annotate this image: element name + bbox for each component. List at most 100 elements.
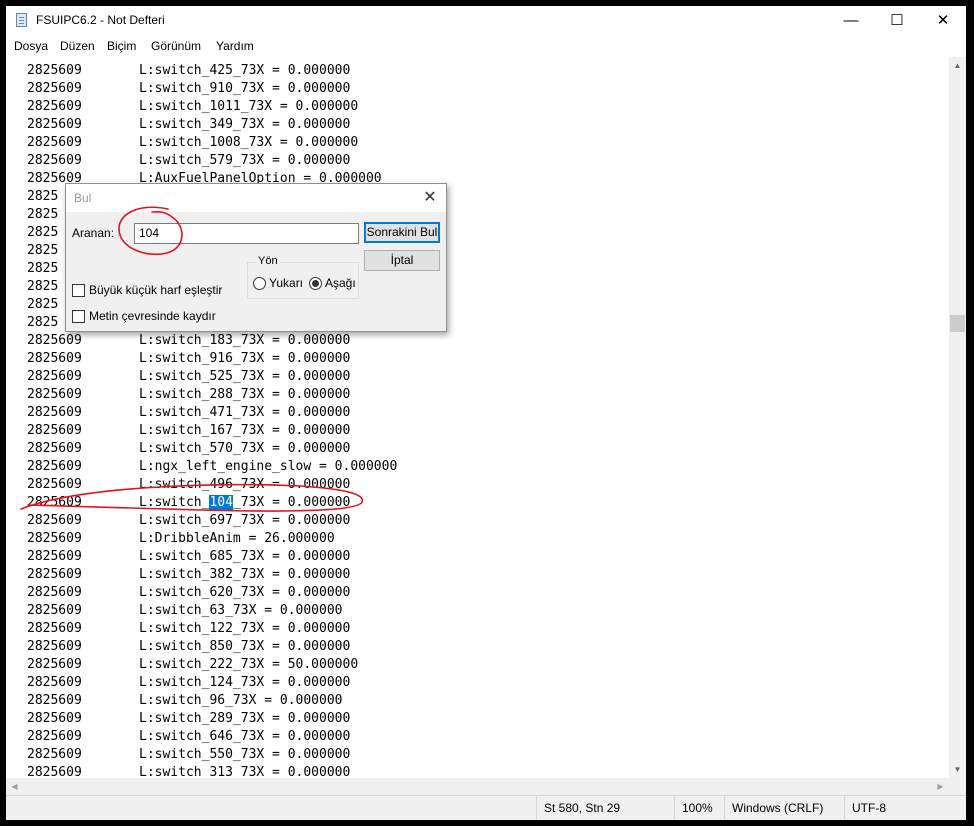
text-editor[interactable]: 2825609 L:switch_425_73X = 0.000000 282560… [6,57,949,778]
scroll-left-icon[interactable]: ◀ [6,778,23,795]
line-timestamp: 2825609 [27,729,82,744]
menu-view[interactable]: Görünüm [151,39,201,53]
line-timestamp: 2825 [27,225,59,240]
direction-group: Yön Yukarı Aşağı [247,255,359,299]
find-dialog-title-bar[interactable]: Bul ✕ [66,184,446,212]
match-case-label[interactable]: Büyük küçük harf eşleştir [89,283,222,297]
window-title: FSUIPC6.2 - Not Defteri [36,13,165,27]
line-variable: L:switch_525_73X = 0.000000 [139,369,351,384]
line-timestamp: 2825609 [27,549,82,564]
maximize-button[interactable]: ☐ [874,6,920,34]
line-variable: L:switch_1011_73X = 0.000000 [139,99,359,114]
line-variable: L:switch_910_73X = 0.000000 [139,81,351,96]
close-button[interactable]: ✕ [920,6,966,34]
direction-down-radio[interactable] [309,277,322,290]
line-variable: L:DribbleAnim = 26.000000 [139,531,335,546]
notepad-window: FSUIPC6.2 - Not Defteri — ☐ ✕ Dosya Düze… [6,6,966,820]
line-variable: L:switch_1008_73X = 0.000000 [139,135,359,150]
line-timestamp: 2825 [27,207,59,222]
match-case-checkbox[interactable] [72,284,85,297]
title-bar[interactable]: FSUIPC6.2 - Not Defteri — ☐ ✕ [6,6,966,34]
line-variable: L:switch_697_73X = 0.000000 [139,513,351,528]
search-input[interactable]: 104 [134,223,359,244]
line-timestamp: 2825609 [27,351,82,366]
line-timestamp: 2825 [27,279,59,294]
line-timestamp: 2825609 [27,639,82,654]
wrap-around-label[interactable]: Metin çevresinde kaydır [89,309,216,323]
menu-bar: Dosya Düzen Biçim Görünüm Yardım [6,36,966,56]
line-variable: L:switch_916_73X = 0.000000 [139,351,351,366]
vertical-scrollbar[interactable]: ▲ ▼ [949,57,966,778]
line-timestamp: 2825609 [27,693,82,708]
search-match-highlight: 104 [209,495,233,510]
line-timestamp: 2825609 [27,99,82,114]
line-timestamp: 2825609 [27,387,82,402]
direction-up-label[interactable]: Yukarı [269,276,303,290]
line-timestamp: 2825609 [27,765,82,778]
menu-help[interactable]: Yardım [216,39,254,53]
search-label: Aranan: [72,226,115,240]
line-timestamp: 2825609 [27,369,82,384]
notepad-icon [16,13,27,27]
line-variable: L:switch_63_73X = 0.000000 [139,603,343,618]
line-timestamp: 2825609 [27,135,82,150]
line-timestamp: 2825609 [27,423,82,438]
line-variable: L:switch_425_73X = 0.000000 [139,63,351,78]
close-icon[interactable]: ✕ [420,188,440,208]
line-variable: L:switch_579_73X = 0.000000 [139,153,351,168]
line-variable: L:switch_382_73X = 0.000000 [139,567,351,582]
line-timestamp: 2825 [27,189,59,204]
line-variable: L:switch_183_73X = 0.000000 [139,333,351,348]
line-variable: L:switch_496_73X = 0.000000 [139,477,351,492]
line-variable: L:switch_313_73X = 0.000000 [139,765,351,778]
menu-file[interactable]: Dosya [14,39,48,53]
line-variable: L:switch_167_73X = 0.000000 [139,423,351,438]
wrap-around-checkbox[interactable] [72,310,85,323]
horizontal-scrollbar[interactable]: ◀ ▶ [6,778,949,795]
line-variable: L:ngx_left_engine_slow = 0.000000 [139,459,398,474]
cancel-button[interactable]: İptal [364,250,440,271]
scroll-down-icon[interactable]: ▼ [949,761,966,778]
find-dialog-title: Bul [74,191,92,205]
status-position: St 580, Stn 29 [536,796,674,820]
scroll-right-icon[interactable]: ▶ [932,778,949,795]
line-timestamp: 2825609 [27,333,82,348]
line-timestamp: 2825609 [27,405,82,420]
line-variable: L:switch_96_73X = 0.000000 [139,693,343,708]
line-timestamp: 2825609 [27,153,82,168]
line-timestamp: 2825609 [27,567,82,582]
line-timestamp: 2825609 [27,621,82,636]
line-timestamp: 2825 [27,261,59,276]
line-timestamp: 2825609 [27,675,82,690]
close-icon: ✕ [936,12,950,29]
line-timestamp: 2825609 [27,513,82,528]
status-line-ending: Windows (CRLF) [724,796,840,820]
line-timestamp: 2825609 [27,747,82,762]
scroll-up-icon[interactable]: ▲ [949,57,966,74]
line-timestamp: 2825609 [27,441,82,456]
menu-format[interactable]: Biçim [107,39,136,53]
status-bar: St 580, Stn 29 100% Windows (CRLF) UTF-8 [6,795,966,820]
line-timestamp: 2825609 [27,711,82,726]
find-next-button[interactable]: Sonrakini Bul [364,222,440,243]
line-timestamp: 2825609 [27,657,82,672]
direction-up-radio[interactable] [253,277,266,290]
maximize-icon: ☐ [890,12,904,29]
status-zoom: 100% [674,796,722,820]
status-encoding: UTF-8 [844,796,952,820]
line-variable: L:switch_124_73X = 0.000000 [139,675,351,690]
menu-edit[interactable]: Düzen [60,39,95,53]
line-variable: L:switch_620_73X = 0.000000 [139,585,351,600]
line-timestamp: 2825609 [27,477,82,492]
line-timestamp: 2825609 [27,603,82,618]
vertical-scroll-thumb[interactable] [950,315,965,332]
line-timestamp: 2825609 [27,495,82,510]
direction-down-label[interactable]: Aşağı [325,276,356,290]
line-variable: L:switch_349_73X = 0.000000 [139,117,351,132]
line-timestamp: 2825609 [27,117,82,132]
line-timestamp: 2825609 [27,459,82,474]
line-timestamp: 2825 [27,315,59,330]
line-timestamp: 2825609 [27,63,82,78]
minimize-button[interactable]: — [828,6,874,34]
line-timestamp: 2825 [27,243,59,258]
